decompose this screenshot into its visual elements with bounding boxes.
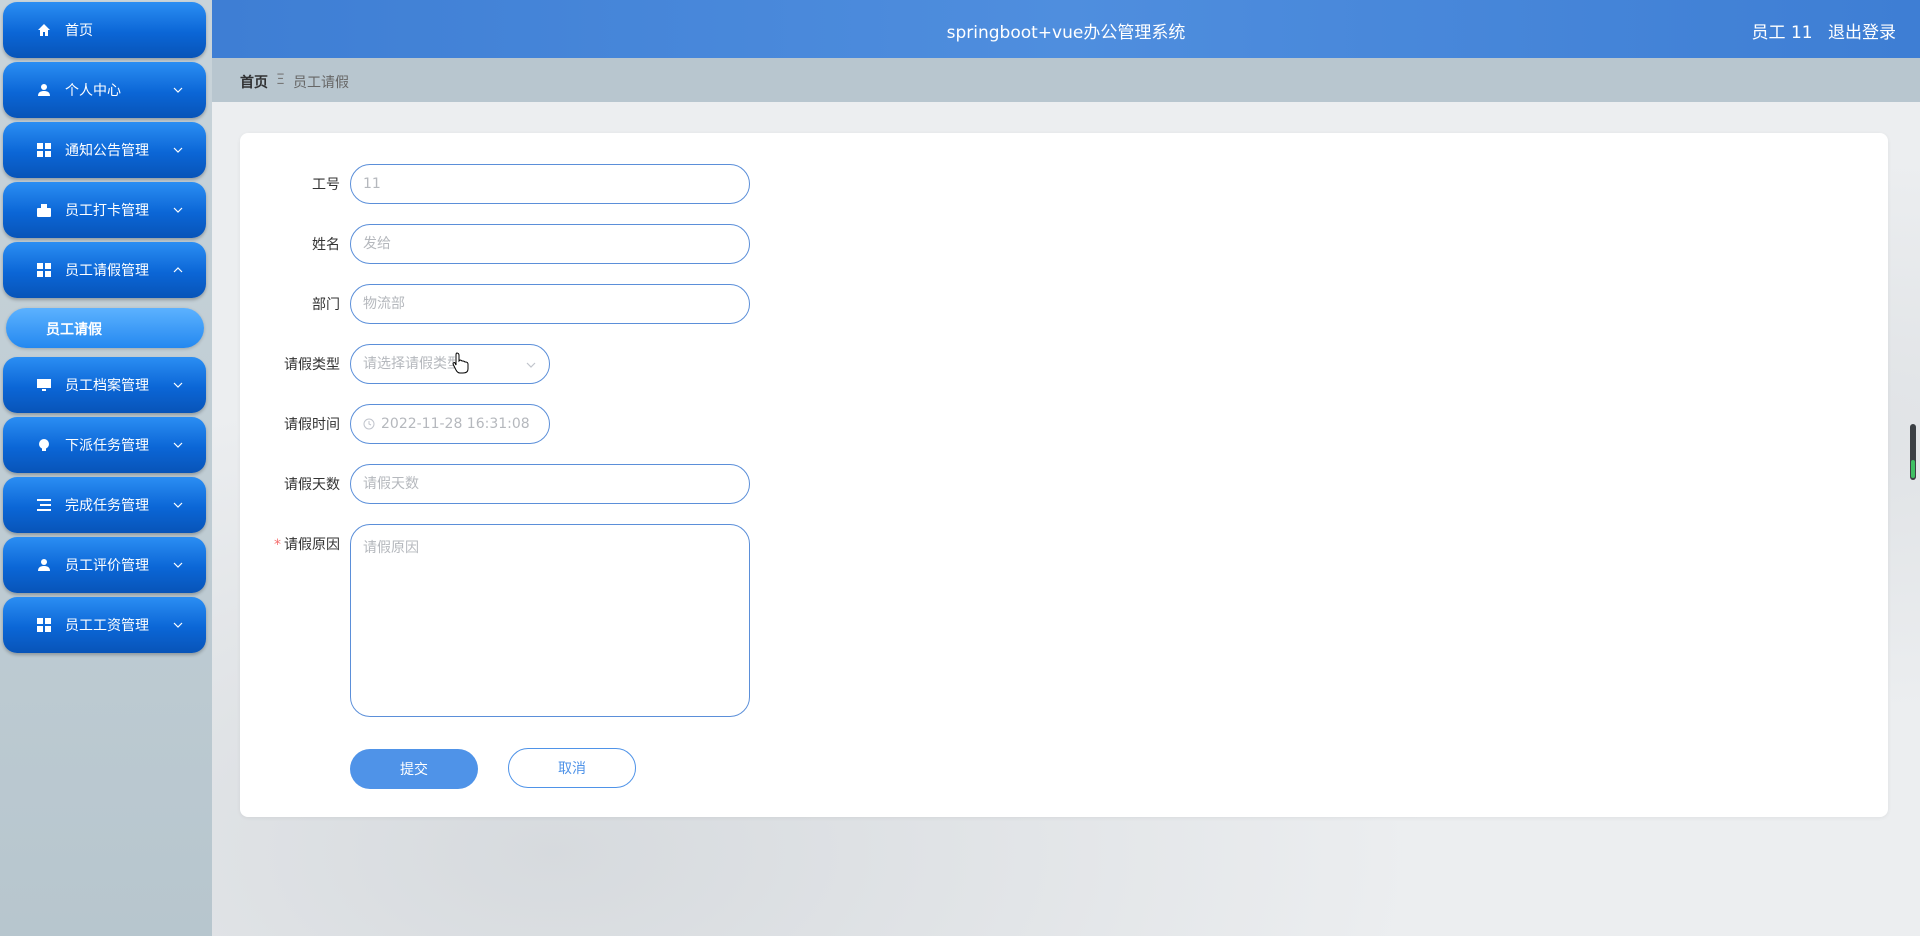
sidebar-subitem-label: 员工请假 <box>46 322 102 338</box>
monitor-icon <box>36 377 52 393</box>
clock-in-icon <box>36 202 52 218</box>
grid-icon <box>36 142 52 158</box>
person-icon <box>36 82 52 98</box>
sidebar-item-label: 员工打卡管理 <box>65 203 149 219</box>
field-label-gonghao: 工号 <box>312 177 340 193</box>
sidebar-item-clock-in[interactable]: 员工打卡管理 <box>3 182 206 238</box>
clock-icon <box>363 418 375 430</box>
sidebar-item-label: 通知公告管理 <box>65 143 149 159</box>
sidebar-item-label: 员工档案管理 <box>65 378 149 394</box>
field-label-bumen: 部门 <box>312 297 340 313</box>
sidebar-item-label: 个人中心 <box>65 83 121 99</box>
chevron-down-icon <box>173 562 183 568</box>
field-label-leave-reason: * 请假原因 <box>240 534 340 554</box>
chevron-down-icon <box>173 147 183 153</box>
sidebar-item-label: 员工工资管理 <box>65 618 149 634</box>
person-icon <box>36 557 52 573</box>
sidebar-item-home[interactable]: 首页 <box>3 2 206 58</box>
required-mark: * <box>274 537 281 553</box>
chevron-up-icon <box>173 267 183 273</box>
sidebar-item-assign-task[interactable]: 下派任务管理 <box>3 417 206 473</box>
leave-time-picker[interactable]: 2022-11-28 16:31:08 <box>350 404 550 444</box>
submit-button[interactable]: 提交 <box>350 749 478 789</box>
leave-reason-textarea[interactable]: 请假原因 <box>350 524 750 717</box>
breadcrumb-separator: Ξ <box>276 72 285 88</box>
bumen-input[interactable]: 物流部 <box>350 284 750 324</box>
chevron-down-icon <box>173 502 183 508</box>
field-label-leave-time: 请假时间 <box>284 417 340 433</box>
sidebar-subitem-employee-leave[interactable]: 员工请假 <box>6 308 204 348</box>
sidebar-item-archives[interactable]: 员工档案管理 <box>3 357 206 413</box>
sidebar-item-notice[interactable]: 通知公告管理 <box>3 122 206 178</box>
hand-cursor-icon <box>452 352 469 374</box>
gonghao-input[interactable]: 11 <box>350 164 750 204</box>
sidebar-item-complete-task[interactable]: 完成任务管理 <box>3 477 206 533</box>
xingming-input[interactable]: 发给 <box>350 224 750 264</box>
field-label-leave-days: 请假天数 <box>284 477 340 493</box>
sidebar-item-leave-management[interactable]: 员工请假管理 <box>3 242 206 298</box>
current-user: 员工 11 <box>1751 23 1813 43</box>
scrollbar-thumb[interactable] <box>1911 460 1915 478</box>
sidebar-item-evaluation[interactable]: 员工评价管理 <box>3 537 206 593</box>
logout-link[interactable]: 退出登录 <box>1828 23 1896 43</box>
chevron-down-icon <box>173 87 183 93</box>
leave-reason-label-text: 请假原因 <box>284 537 340 553</box>
grid-icon <box>36 262 52 278</box>
breadcrumb-home[interactable]: 首页 <box>240 72 268 92</box>
sidebar-item-label: 员工请假管理 <box>65 263 149 279</box>
chevron-down-icon <box>173 442 183 448</box>
field-label-leave-type: 请假类型 <box>284 357 340 373</box>
chevron-down-icon <box>173 622 183 628</box>
app-title: springboot+vue办公管理系统 <box>946 23 1186 43</box>
sidebar-item-personal-center[interactable]: 个人中心 <box>3 62 206 118</box>
sidebar-item-label: 完成任务管理 <box>65 498 149 514</box>
top-header: springboot+vue办公管理系统 员工 11 退出登录 <box>212 0 1920 58</box>
leave-time-value: 2022-11-28 16:31:08 <box>381 416 530 432</box>
breadcrumb: 首页 Ξ 员工请假 <box>212 58 1920 102</box>
leave-type-select[interactable]: 请选择请假类型 <box>350 344 550 384</box>
cancel-button[interactable]: 取消 <box>508 748 636 788</box>
chevron-down-icon <box>526 362 536 368</box>
leave-days-input[interactable]: 请假天数 <box>350 464 750 504</box>
chevron-down-icon <box>173 382 183 388</box>
sidebar-item-salary[interactable]: 员工工资管理 <box>3 597 206 653</box>
list-icon <box>36 497 52 513</box>
chevron-down-icon <box>173 207 183 213</box>
home-icon <box>36 22 52 38</box>
user-area: 员工 11 退出登录 <box>1742 18 1896 43</box>
sidebar: 首页 个人中心 通知公告管理 员工打卡管理 员工请假管理 员工请假 员工档案管理… <box>0 0 212 936</box>
sidebar-item-label: 下派任务管理 <box>65 438 149 454</box>
bulb-icon <box>36 437 52 453</box>
grid-icon <box>36 617 52 633</box>
field-label-xingming: 姓名 <box>312 237 340 253</box>
sidebar-item-label: 员工评价管理 <box>65 558 149 574</box>
sidebar-item-label: 首页 <box>65 23 93 39</box>
breadcrumb-current: 员工请假 <box>293 75 349 91</box>
leave-type-placeholder: 请选择请假类型 <box>363 356 461 372</box>
